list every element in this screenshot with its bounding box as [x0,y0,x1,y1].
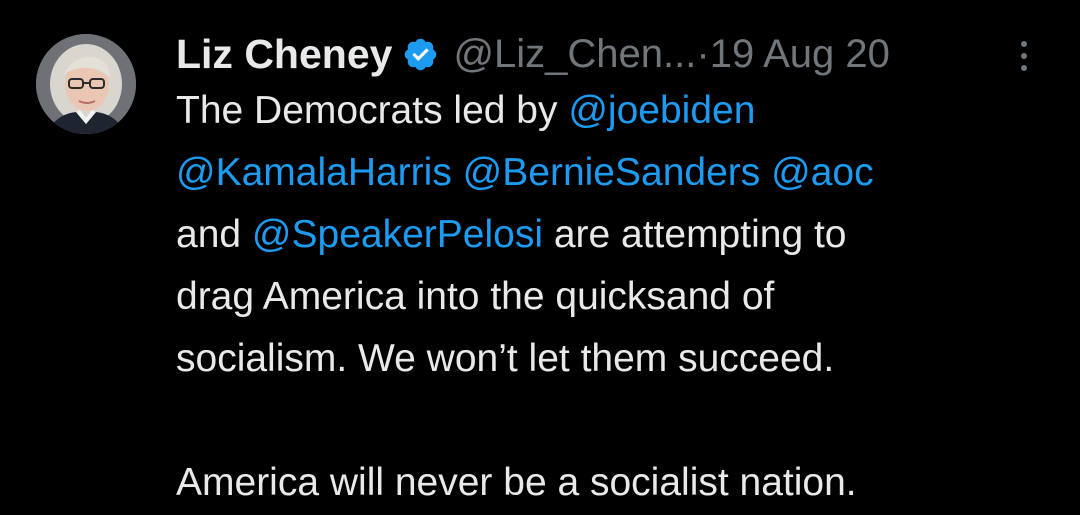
tweet-date[interactable]: 19 Aug 20 [710,32,890,77]
tweet-text: The Democrats led by @joebiden @KamalaHa… [176,80,1056,514]
author-handle[interactable]: @Liz_Chen... [453,32,696,77]
text-segment: are attempting to [542,213,847,256]
tweet-line: socialism. We won’t let them succeed. [176,337,835,380]
text-segment: The Democrats led by [176,89,569,132]
tweet-header: Liz Cheney @Liz_Chen... · 19 Aug 20 [176,24,1056,84]
tweet-line: America will never be a socialist nation… [176,461,857,504]
author-name[interactable]: Liz Cheney [176,31,392,78]
tweet-line: @KamalaHarris @BernieSanders @aoc [176,142,1056,204]
more-vertical-icon[interactable] [1012,36,1036,76]
tweet[interactable]: Liz Cheney @Liz_Chen... · 19 Aug 20 The … [0,0,1080,515]
meta-separator: · [696,31,710,76]
tweet-line: The Democrats led by @joebiden [176,80,1056,142]
avatar[interactable] [36,34,136,134]
mention-link[interactable]: @SpeakerPelosi [252,213,543,256]
tweet-line: and @SpeakerPelosi are attempting to [176,204,1056,266]
mention-link[interactable]: @aoc [771,151,873,194]
mention-link[interactable]: @KamalaHarris [176,151,452,194]
text-segment: and [176,213,252,256]
tweet-line: drag America into the quicksand of [176,275,775,318]
mention-link[interactable]: @joebiden [568,89,755,132]
profile-photo [36,34,136,134]
mention-link[interactable]: @BernieSanders [463,151,761,194]
verified-badge-icon[interactable] [402,36,439,73]
